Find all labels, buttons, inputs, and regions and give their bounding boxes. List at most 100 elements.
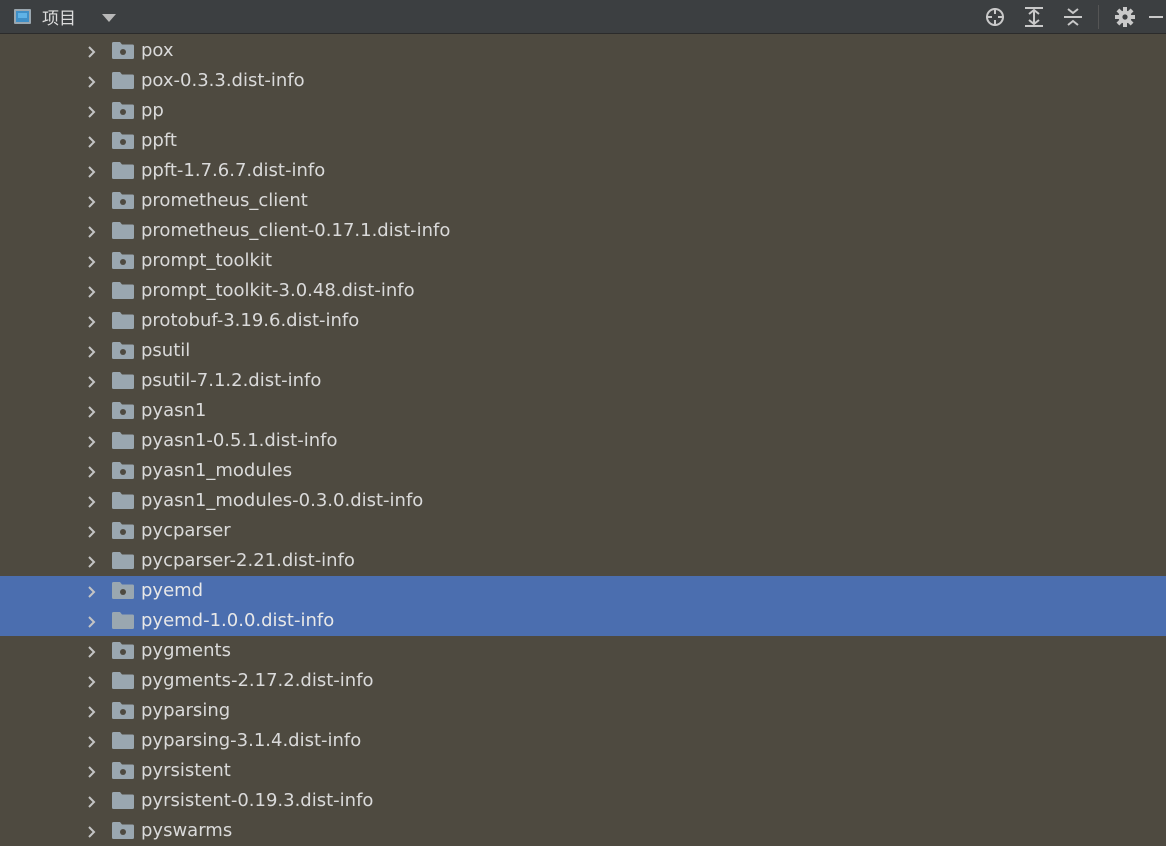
chevron-right-icon[interactable] bbox=[85, 494, 99, 508]
folder-icon bbox=[112, 792, 134, 809]
tree-item-label: pyparsing-3.1.4.dist-info bbox=[141, 730, 362, 751]
folder-icon bbox=[112, 282, 134, 299]
tree-item-label: prompt_toolkit bbox=[141, 250, 273, 271]
tree-item-label: pygments-2.17.2.dist-info bbox=[141, 670, 374, 691]
folder-icon bbox=[112, 222, 134, 239]
tree-item[interactable]: pox bbox=[0, 36, 1166, 66]
tree-item-label: pyemd bbox=[141, 580, 204, 601]
tree-item[interactable]: pyasn1 bbox=[0, 396, 1166, 426]
collapse-all-icon[interactable] bbox=[1060, 4, 1086, 30]
folder-icon bbox=[112, 492, 134, 509]
chevron-right-icon[interactable] bbox=[85, 734, 99, 748]
chevron-right-icon[interactable] bbox=[85, 434, 99, 448]
tree-item-label: pox bbox=[141, 40, 174, 61]
tree-item-label: pyasn1_modules-0.3.0.dist-info bbox=[141, 490, 424, 511]
tree-item-label: pp bbox=[141, 100, 164, 121]
tree-item[interactable]: prompt_toolkit-3.0.48.dist-info bbox=[0, 276, 1166, 306]
folder-icon bbox=[112, 672, 134, 689]
chevron-right-icon[interactable] bbox=[85, 44, 99, 58]
chevron-right-icon[interactable] bbox=[85, 404, 99, 418]
tree-item[interactable]: pyemd bbox=[0, 576, 1166, 606]
chevron-right-icon[interactable] bbox=[85, 554, 99, 568]
package-folder-icon bbox=[112, 702, 134, 719]
chevron-right-icon[interactable] bbox=[85, 614, 99, 628]
tree-item-label: pyasn1-0.5.1.dist-info bbox=[141, 430, 338, 451]
tree-item[interactable]: pyasn1-0.5.1.dist-info bbox=[0, 426, 1166, 456]
tree-item[interactable]: pyparsing bbox=[0, 696, 1166, 726]
folder-icon bbox=[112, 432, 134, 449]
tree-item-label: pycparser-2.21.dist-info bbox=[141, 550, 355, 571]
chevron-right-icon[interactable] bbox=[85, 704, 99, 718]
tree-item[interactable]: prometheus_client-0.17.1.dist-info bbox=[0, 216, 1166, 246]
package-folder-icon bbox=[112, 42, 134, 59]
tree-item-label: ppft-1.7.6.7.dist-info bbox=[141, 160, 326, 181]
tree-item[interactable]: pyrsistent-0.19.3.dist-info bbox=[0, 786, 1166, 816]
tree-item-label: prometheus_client bbox=[141, 190, 308, 211]
tree-item[interactable]: pyasn1_modules bbox=[0, 456, 1166, 486]
chevron-right-icon[interactable] bbox=[85, 464, 99, 478]
folder-icon bbox=[112, 72, 134, 89]
tree-item-label: pygments bbox=[141, 640, 231, 661]
tree-item[interactable]: prompt_toolkit bbox=[0, 246, 1166, 276]
package-folder-icon bbox=[112, 252, 134, 269]
folder-icon bbox=[112, 312, 134, 329]
tree-item-label: pycparser bbox=[141, 520, 231, 541]
chevron-right-icon[interactable] bbox=[85, 194, 99, 208]
gear-icon[interactable] bbox=[1112, 4, 1138, 30]
chevron-right-icon[interactable] bbox=[85, 74, 99, 88]
chevron-right-icon[interactable] bbox=[85, 164, 99, 178]
chevron-right-icon[interactable] bbox=[85, 104, 99, 118]
chevron-right-icon[interactable] bbox=[85, 524, 99, 538]
chevron-right-icon[interactable] bbox=[85, 224, 99, 238]
tree-item[interactable]: pox-0.3.3.dist-info bbox=[0, 66, 1166, 96]
tree-item[interactable]: ppft bbox=[0, 126, 1166, 156]
chevron-right-icon[interactable] bbox=[85, 344, 99, 358]
chevron-right-icon[interactable] bbox=[85, 794, 99, 808]
chevron-right-icon[interactable] bbox=[85, 284, 99, 298]
minimize-icon[interactable] bbox=[1144, 4, 1166, 30]
tree-item[interactable]: pp bbox=[0, 96, 1166, 126]
chevron-right-icon[interactable] bbox=[85, 254, 99, 268]
tree-item-label: pox-0.3.3.dist-info bbox=[141, 70, 305, 91]
chevron-right-icon[interactable] bbox=[85, 314, 99, 328]
package-folder-icon bbox=[112, 132, 134, 149]
toolbar-separator bbox=[1098, 5, 1099, 29]
package-folder-icon bbox=[112, 582, 134, 599]
project-view-selector[interactable]: 项目 bbox=[0, 0, 116, 34]
locate-icon[interactable] bbox=[982, 4, 1008, 30]
expand-all-icon[interactable] bbox=[1021, 4, 1047, 30]
tree-item[interactable]: pyasn1_modules-0.3.0.dist-info bbox=[0, 486, 1166, 516]
project-tree: pox pox-0.3.3.dist-info pp ppft ppft-1.7.6.7… bbox=[0, 36, 1166, 846]
tree-item[interactable]: ppft-1.7.6.7.dist-info bbox=[0, 156, 1166, 186]
dropdown-arrow-icon[interactable] bbox=[102, 14, 116, 22]
chevron-right-icon[interactable] bbox=[85, 824, 99, 838]
chevron-right-icon[interactable] bbox=[85, 374, 99, 388]
chevron-right-icon[interactable] bbox=[85, 644, 99, 658]
package-folder-icon bbox=[112, 342, 134, 359]
tree-item-label: pyasn1_modules bbox=[141, 460, 293, 481]
tree-item[interactable]: psutil bbox=[0, 336, 1166, 366]
project-toolbar: 项目 bbox=[0, 0, 1166, 34]
tree-item[interactable]: pycparser-2.21.dist-info bbox=[0, 546, 1166, 576]
tree-item[interactable]: protobuf-3.19.6.dist-info bbox=[0, 306, 1166, 336]
chevron-right-icon[interactable] bbox=[85, 584, 99, 598]
chevron-right-icon[interactable] bbox=[85, 764, 99, 778]
package-folder-icon bbox=[112, 402, 134, 419]
project-window-icon bbox=[14, 9, 31, 24]
tree-item-label: pyparsing bbox=[141, 700, 231, 721]
tree-item[interactable]: psutil-7.1.2.dist-info bbox=[0, 366, 1166, 396]
tree-item[interactable]: prometheus_client bbox=[0, 186, 1166, 216]
tree-item[interactable]: pyswarms bbox=[0, 816, 1166, 846]
tree-item[interactable]: pyrsistent bbox=[0, 756, 1166, 786]
package-folder-icon bbox=[112, 462, 134, 479]
tree-item[interactable]: pycparser bbox=[0, 516, 1166, 546]
chevron-right-icon[interactable] bbox=[85, 134, 99, 148]
tree-item-label: pyrsistent bbox=[141, 760, 231, 781]
tree-item[interactable]: pyparsing-3.1.4.dist-info bbox=[0, 726, 1166, 756]
folder-icon bbox=[112, 372, 134, 389]
chevron-right-icon[interactable] bbox=[85, 674, 99, 688]
tree-item[interactable]: pyemd-1.0.0.dist-info bbox=[0, 606, 1166, 636]
tree-item[interactable]: pygments bbox=[0, 636, 1166, 666]
tree-item-label: prometheus_client-0.17.1.dist-info bbox=[141, 220, 451, 241]
tree-item[interactable]: pygments-2.17.2.dist-info bbox=[0, 666, 1166, 696]
